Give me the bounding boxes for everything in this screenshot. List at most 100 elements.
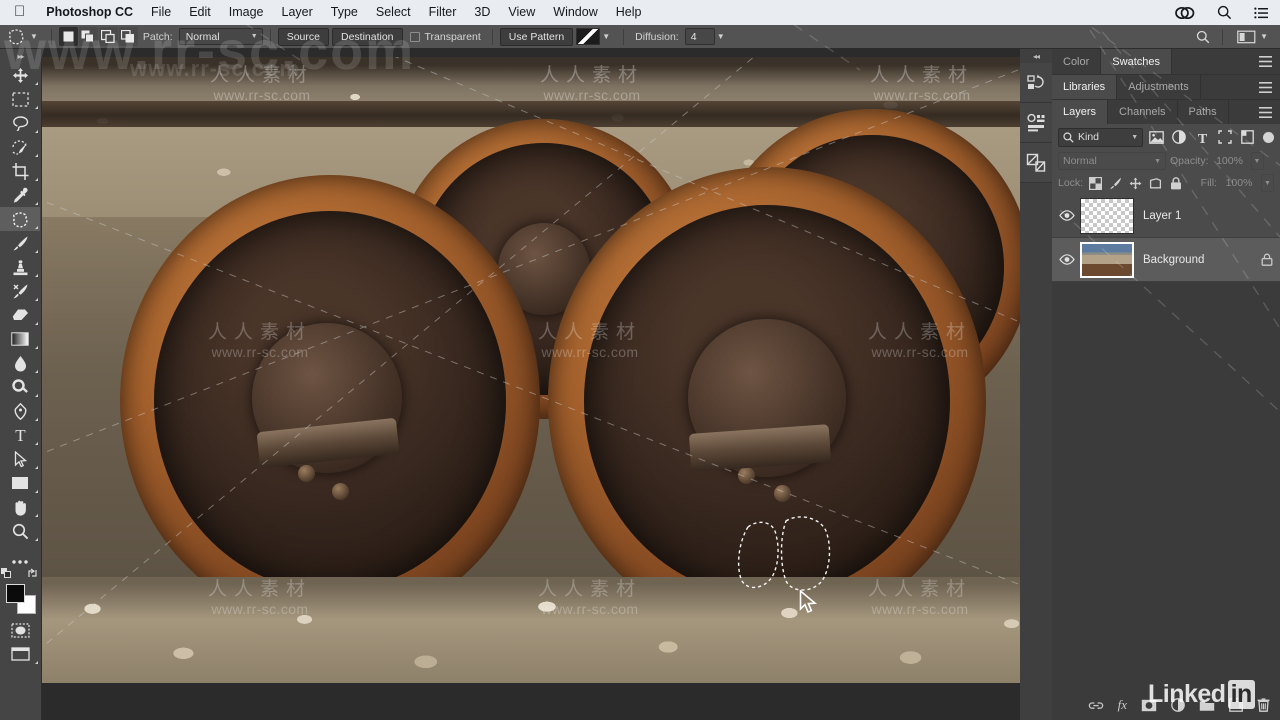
filter-type-icon[interactable]: T (1193, 128, 1212, 147)
spotlight-search-icon[interactable] (1206, 5, 1243, 20)
lock-icon[interactable] (1254, 253, 1280, 266)
workspace-switcher-icon[interactable] (1234, 27, 1258, 47)
source-button[interactable]: Source (277, 27, 329, 46)
tab-adjustments[interactable]: Adjustments (1117, 75, 1201, 99)
delete-layer-icon[interactable] (1257, 698, 1270, 712)
document-area[interactable]: 人人素材 www.rr-sc.com 人人素材 www.rr-sc.com 人人… (42, 49, 1020, 720)
opacity-chevron-down-icon[interactable]: ▼ (1250, 152, 1264, 170)
hand-tool[interactable] (0, 495, 40, 519)
menu-select[interactable]: Select (367, 0, 420, 25)
new-selection-button[interactable] (58, 27, 78, 46)
layer-filter-kind-select[interactable]: Kind ▼ (1058, 127, 1144, 147)
search-icon[interactable] (1191, 27, 1215, 47)
eyedropper-tool[interactable] (0, 183, 40, 207)
filter-adjustment-icon[interactable] (1170, 128, 1189, 147)
toolbar-collapse-icon[interactable]: ▸▸ (0, 49, 41, 63)
new-adjustment-layer-icon[interactable] (1171, 698, 1185, 712)
tool-preset-chevron-down-icon[interactable]: ▼ (28, 32, 44, 41)
clone-stamp-tool[interactable] (0, 255, 40, 279)
history-brush-tool[interactable] (0, 279, 40, 303)
panel-menu-icon[interactable] (1251, 75, 1280, 99)
pattern-swatch-icon[interactable] (576, 28, 601, 45)
lock-position-icon[interactable] (1128, 175, 1143, 191)
subtract-from-selection-button[interactable] (98, 27, 118, 46)
layer-thumbnail[interactable] (1080, 241, 1134, 278)
opacity-value[interactable]: 100% (1213, 152, 1247, 170)
creative-cloud-icon[interactable] (1164, 6, 1206, 20)
menu-edit[interactable]: Edit (180, 0, 220, 25)
pen-tool[interactable] (0, 399, 40, 423)
filter-smart-object-icon[interactable] (1238, 128, 1257, 147)
dock-collapse-icon[interactable]: ◂◂ (1020, 49, 1052, 63)
eye-icon[interactable] (1054, 254, 1080, 265)
patch-tool[interactable] (0, 207, 40, 231)
blend-mode-select[interactable]: Normal ▼ (1058, 152, 1166, 170)
menu-type[interactable]: Type (322, 0, 367, 25)
lock-transparent-pixels-icon[interactable] (1088, 175, 1103, 191)
quick-mask-icon[interactable] (0, 618, 40, 642)
destination-button[interactable]: Destination (331, 27, 403, 46)
menu-image[interactable]: Image (220, 0, 273, 25)
quick-selection-tool[interactable] (0, 135, 40, 159)
tab-layers[interactable]: Layers (1052, 100, 1109, 124)
menu-filter[interactable]: Filter (420, 0, 466, 25)
layer-name[interactable]: Background (1134, 254, 1254, 266)
pattern-chevron-down-icon[interactable]: ▼ (600, 32, 616, 41)
tab-paths[interactable]: Paths (1177, 100, 1229, 124)
new-group-icon[interactable] (1199, 699, 1215, 712)
filter-shape-icon[interactable] (1216, 128, 1235, 147)
tab-libraries[interactable]: Libraries (1052, 75, 1118, 99)
layer-thumbnail[interactable] (1080, 197, 1134, 234)
menu-view[interactable]: View (499, 0, 544, 25)
gradient-tool[interactable] (0, 327, 40, 351)
add-layer-mask-icon[interactable] (1141, 699, 1157, 712)
menu-file[interactable]: File (142, 0, 180, 25)
path-selection-tool[interactable] (0, 447, 40, 471)
add-to-selection-button[interactable] (78, 27, 98, 46)
panel-menu-icon[interactable] (1251, 49, 1280, 74)
patch-mode-select[interactable]: Normal ▼ (178, 28, 263, 45)
lock-artboard-nesting-icon[interactable] (1148, 175, 1163, 191)
fill-value[interactable]: 100% (1222, 174, 1256, 192)
patch-tool-icon[interactable] (4, 27, 28, 47)
tab-channels[interactable]: Channels (1108, 100, 1178, 124)
filter-enable-toggle[interactable] (1263, 131, 1275, 143)
eye-icon[interactable] (1054, 210, 1080, 221)
tab-color[interactable]: Color (1052, 49, 1102, 74)
brush-tool[interactable] (0, 231, 40, 255)
lasso-tool[interactable] (0, 111, 40, 135)
add-layer-style-icon[interactable]: fx (1118, 697, 1127, 713)
use-pattern-button[interactable]: Use Pattern (499, 27, 574, 46)
type-tool[interactable]: T (0, 423, 40, 447)
menu-layer[interactable]: Layer (273, 0, 322, 25)
intersect-selection-button[interactable] (118, 27, 138, 46)
layer-row-background[interactable]: Background (1052, 238, 1280, 282)
dodge-tool[interactable] (0, 375, 40, 399)
lock-all-icon[interactable] (1168, 175, 1183, 191)
menu-app-name[interactable]: Photoshop CC (37, 0, 142, 25)
rectangular-marquee-tool[interactable] (0, 87, 40, 111)
control-center-icon[interactable] (1243, 7, 1280, 19)
layer-comps-panel-icon[interactable] (1020, 143, 1052, 183)
menu-3d[interactable]: 3D (465, 0, 499, 25)
link-layers-icon[interactable] (1088, 700, 1104, 711)
eraser-tool[interactable] (0, 303, 40, 327)
screen-mode-icon[interactable] (0, 642, 40, 666)
foreground-color-swatch[interactable] (6, 584, 25, 603)
lock-image-pixels-icon[interactable] (1108, 175, 1123, 191)
properties-panel-icon[interactable] (1020, 103, 1052, 143)
filter-pixel-icon[interactable] (1147, 128, 1166, 147)
blur-tool[interactable] (0, 351, 40, 375)
apple-logo-icon[interactable]:  (8, 3, 37, 22)
fill-chevron-down-icon[interactable]: ▼ (1261, 174, 1274, 192)
tab-swatches[interactable]: Swatches (1101, 49, 1172, 74)
move-tool[interactable] (0, 63, 40, 87)
workspace-chevron-down-icon[interactable]: ▼ (1258, 32, 1274, 41)
layer-name[interactable]: Layer 1 (1134, 210, 1254, 222)
crop-tool[interactable] (0, 159, 40, 183)
rectangle-tool[interactable] (0, 471, 40, 495)
image-canvas[interactable]: 人人素材 www.rr-sc.com 人人素材 www.rr-sc.com 人人… (42, 57, 1020, 683)
diffusion-input[interactable]: 4 (684, 28, 715, 45)
swap-colors-icon[interactable] (27, 568, 38, 582)
history-panel-icon[interactable] (1020, 63, 1052, 103)
